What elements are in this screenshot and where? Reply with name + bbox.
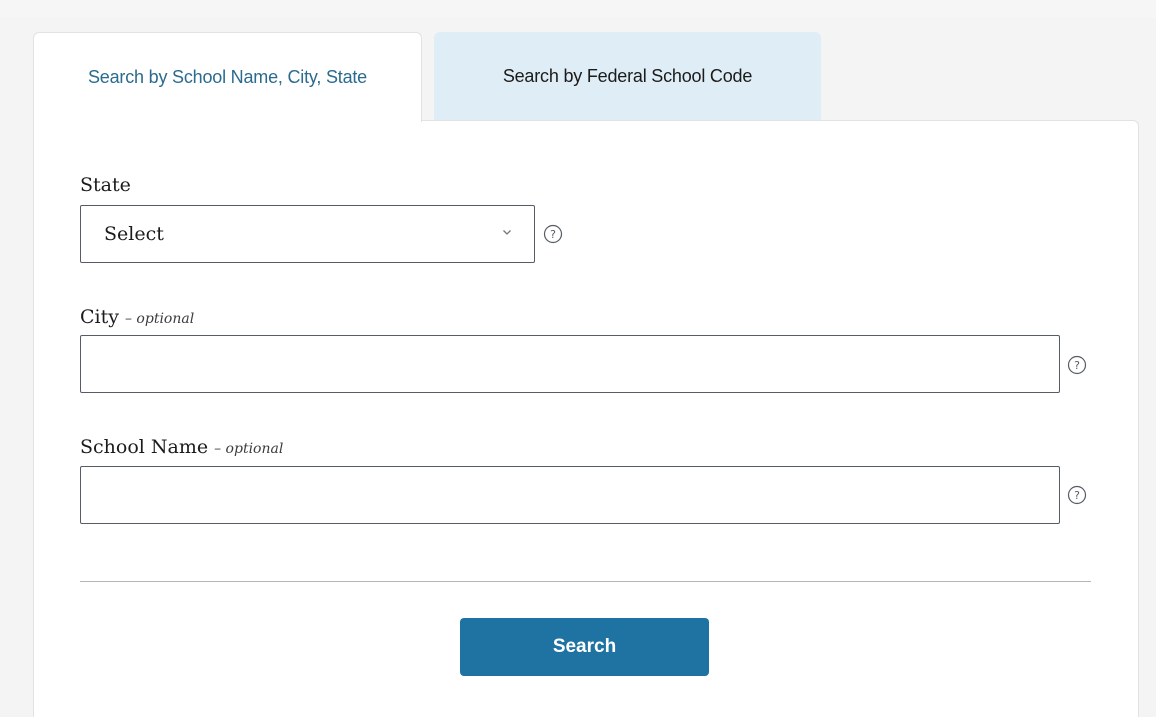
- top-band: [0, 0, 1156, 18]
- tab-label: Search by Federal School Code: [502, 66, 753, 86]
- city-help-icon[interactable]: ?: [1067, 355, 1087, 375]
- svg-text:?: ?: [1074, 489, 1080, 502]
- state-help-icon[interactable]: ?: [543, 224, 563, 244]
- form-divider: [80, 581, 1091, 582]
- city-optional-hint: – optional: [124, 311, 195, 327]
- state-select-value: Select: [104, 223, 164, 245]
- school-name-optional-hint: – optional: [214, 441, 284, 457]
- state-label: State: [80, 174, 131, 196]
- tab-school-name-city-state[interactable]: Search by School Name, City, State: [33, 32, 422, 122]
- tab-federal-school-code[interactable]: Search by Federal School Code: [434, 32, 821, 121]
- school-name-input[interactable]: [80, 466, 1060, 524]
- city-input[interactable]: [80, 335, 1060, 393]
- svg-text:?: ?: [550, 228, 556, 241]
- city-label: City: [80, 306, 119, 328]
- tab-label: Search by School Name, City, State: [88, 67, 367, 87]
- state-select[interactable]: Select: [80, 205, 535, 263]
- search-button[interactable]: Search: [460, 618, 709, 676]
- school-name-label: School Name: [80, 436, 209, 458]
- city-label-row: City – optional: [80, 306, 194, 328]
- school-name-help-icon[interactable]: ?: [1067, 485, 1087, 505]
- page: Search by School Name, City, State Searc…: [0, 0, 1156, 717]
- school-name-label-row: School Name – optional: [80, 436, 283, 458]
- svg-text:?: ?: [1074, 359, 1080, 372]
- chevron-down-icon: [503, 230, 511, 235]
